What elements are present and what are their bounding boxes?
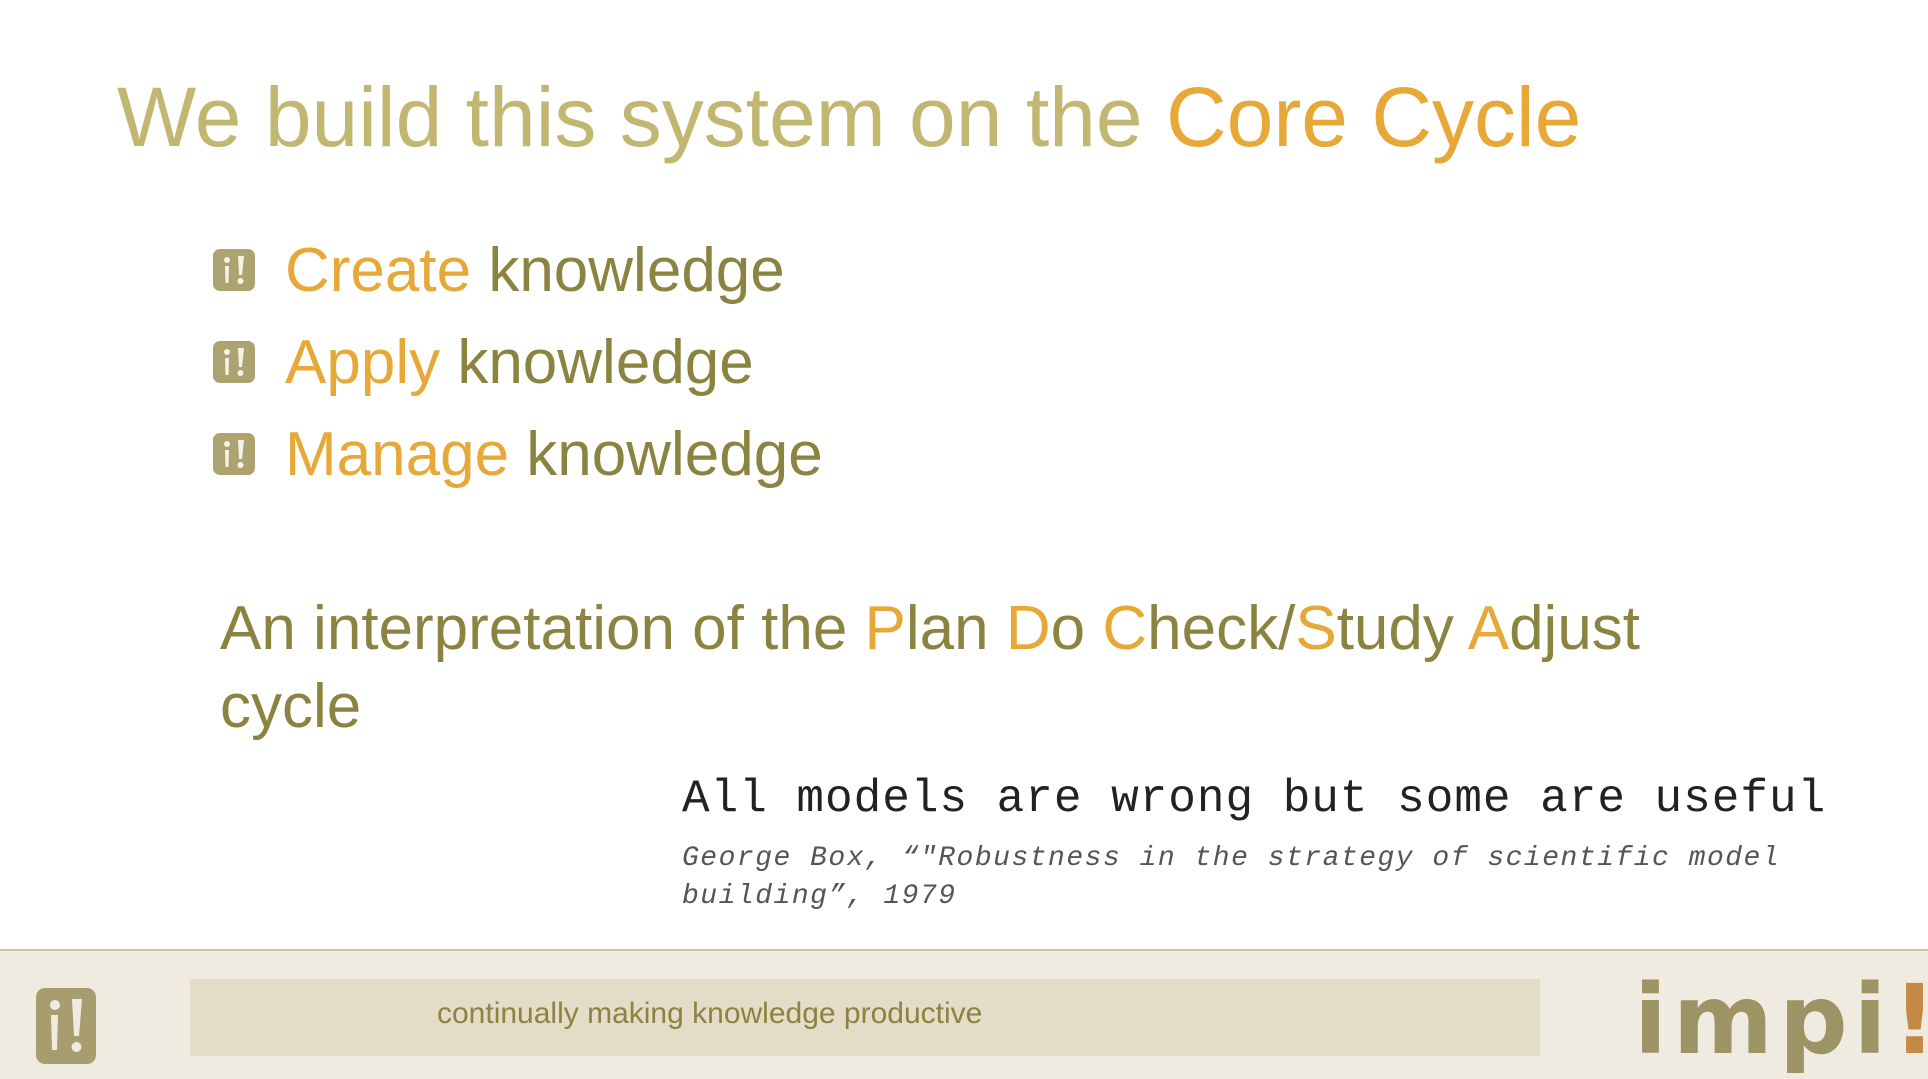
brand-logo: impi! bbox=[1634, 964, 1928, 1076]
title-prefix: We build this system on the bbox=[117, 70, 1166, 164]
quote-text: All models are wrong but some are useful bbox=[682, 773, 1827, 825]
bullet-text: Create knowledge bbox=[285, 235, 785, 305]
bullet-item: Apply knowledge bbox=[213, 316, 823, 408]
bullet-text: Apply knowledge bbox=[285, 327, 754, 397]
footer-tagline: continually making knowledge productive bbox=[437, 997, 983, 1030]
bullet-list: Create knowledge Apply knowledge Manage … bbox=[213, 224, 823, 500]
impi-bullet-icon bbox=[213, 433, 255, 475]
bullet-text: Manage knowledge bbox=[285, 419, 823, 489]
bullet-item: Create knowledge bbox=[213, 224, 823, 316]
slide-title: We build this system on the Core Cycle bbox=[117, 62, 1581, 172]
quote-citation: George Box, “"Robustness in the strategy… bbox=[682, 843, 1781, 912]
impi-bullet-icon bbox=[213, 249, 255, 291]
impi-logo-icon bbox=[36, 988, 96, 1064]
bullet-item: Manage knowledge bbox=[213, 408, 823, 500]
title-accent: Core Cycle bbox=[1165, 70, 1582, 164]
pdca-statement: An interpretation of the Plan Do Check/S… bbox=[220, 594, 1641, 741]
impi-bullet-icon bbox=[213, 341, 255, 383]
footer-bar: continually making knowledge productive … bbox=[0, 949, 1928, 1079]
